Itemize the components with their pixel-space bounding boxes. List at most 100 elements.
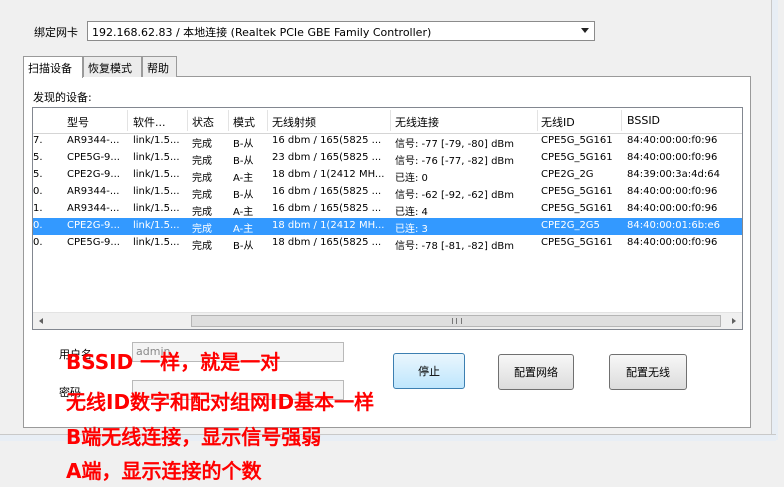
tab-recovery-mode[interactable]: 恢复模式: [83, 56, 142, 77]
row-software: link/1.5...: [133, 169, 180, 180]
row-model: AR9344-...: [67, 203, 120, 214]
table-row[interactable]: 5. CPE2G-9... link/1.5... 完成 A-主 18 dbm / 1(2…: [33, 167, 742, 184]
row-bssid: 84:40:00:01:6b:e6: [627, 220, 720, 231]
row-wireless-connection: 信号: -76 [-77, -82] dBm: [395, 156, 515, 167]
row-wireless-id: CPE2G_2G5: [541, 220, 600, 231]
tab-help[interactable]: 帮助: [142, 56, 177, 77]
row-radio: 18 dbm / 1(2412 MH...: [272, 220, 385, 231]
scrollbar-thumb[interactable]: [191, 315, 721, 327]
table-row[interactable]: 0. CPE2G-9... link/1.5... 完成 A-主 18 dbm / 1(2…: [33, 218, 742, 235]
row-wireless-connection: 信号: -77 [-79, -80] dBm: [395, 139, 515, 150]
annotation-bssid: BSSID 一样，就是一对: [66, 350, 281, 374]
row-bssid: 84:40:00:00:f0:96: [627, 135, 718, 146]
table-row[interactable]: 0. AR9344-... link/1.5... 完成 B-从 16 dbm / 165…: [33, 184, 742, 201]
col-header-software[interactable]: 软件...: [133, 114, 185, 130]
bind-card-select[interactable]: 192.168.62.83 / 本地连接 (Realtek PCIe GBE F…: [87, 21, 595, 41]
row-radio: 16 dbm / 165(5825 ...: [272, 135, 382, 146]
scrollbar-grip-icon: [452, 318, 462, 324]
row-radio: 16 dbm / 165(5825 ...: [272, 203, 382, 214]
row-index: 7.: [33, 135, 43, 146]
row-software: link/1.5...: [133, 220, 180, 231]
bind-card-label: 绑定网卡: [34, 26, 78, 39]
row-bssid: 84:40:00:00:f0:96: [627, 186, 718, 197]
config-wireless-button[interactable]: 配置无线: [609, 354, 687, 390]
row-model: CPE2G-9...: [67, 220, 120, 231]
row-status: 完成: [192, 224, 212, 235]
col-separator[interactable]: [267, 110, 268, 131]
stop-button[interactable]: 停止: [393, 353, 465, 389]
row-mode: B-从: [233, 156, 254, 167]
tab-scan-devices[interactable]: 扫描设备: [23, 56, 83, 78]
chevron-down-icon[interactable]: [581, 28, 589, 33]
row-wireless-id: CPE5G_5G161: [541, 203, 613, 214]
config-network-button[interactable]: 配置网络: [498, 354, 574, 390]
row-wireless-connection: 已连: 3: [395, 224, 428, 235]
row-software: link/1.5...: [133, 152, 180, 163]
col-separator[interactable]: [127, 110, 128, 131]
row-bssid: 84:39:00:3a:4d:64: [627, 169, 720, 180]
row-status: 完成: [192, 207, 212, 218]
row-status: 完成: [192, 173, 212, 184]
bind-card-selected-value: 192.168.62.83 / 本地连接 (Realtek PCIe GBE F…: [92, 26, 432, 39]
table-row[interactable]: 7. AR9344-... link/1.5... 完成 B-从 16 dbm / 165…: [33, 133, 742, 150]
col-header-wireless-connection[interactable]: 无线连接: [395, 114, 535, 130]
found-devices-label: 发现的设备:: [33, 91, 92, 104]
row-software: link/1.5...: [133, 203, 180, 214]
row-mode: A-主: [233, 207, 254, 218]
row-model: CPE5G-9...: [67, 152, 120, 163]
row-wireless-id: CPE5G_5G161: [541, 135, 613, 146]
row-radio: 18 dbm / 1(2412 MH...: [272, 169, 385, 180]
row-status: 完成: [192, 190, 212, 201]
row-bssid: 84:40:00:00:f0:96: [627, 237, 718, 248]
row-index: 0.: [33, 186, 43, 197]
row-mode: B-从: [233, 139, 254, 150]
horizontal-scrollbar[interactable]: [33, 312, 742, 329]
col-header-radio[interactable]: 无线射频: [272, 114, 390, 130]
row-mode: A-主: [233, 173, 254, 184]
device-list[interactable]: 型号 软件... 状态 模式 无线射频 无线连接 无线ID BSSID 7. AR…: [32, 107, 743, 330]
col-separator[interactable]: [187, 110, 188, 131]
row-status: 完成: [192, 241, 212, 252]
row-wireless-connection: 已连: 0: [395, 173, 428, 184]
col-header-model[interactable]: 型号: [67, 114, 123, 130]
row-mode: B-从: [233, 190, 254, 201]
row-software: link/1.5...: [133, 135, 180, 146]
row-model: AR9344-...: [67, 186, 120, 197]
scroll-left-icon[interactable]: [33, 313, 50, 329]
row-wireless-id: CPE5G_5G161: [541, 186, 613, 197]
col-separator[interactable]: [537, 110, 538, 131]
col-separator[interactable]: [621, 110, 622, 131]
table-row[interactable]: 5. CPE5G-9... link/1.5... 完成 B-从 23 dbm / 165…: [33, 150, 742, 167]
row-model: CPE2G-9...: [67, 169, 120, 180]
row-bssid: 84:40:00:00:f0:96: [627, 152, 718, 163]
col-header-wireless-id[interactable]: 无线ID: [541, 114, 621, 130]
col-separator[interactable]: [228, 110, 229, 131]
app-window: 绑定网卡 192.168.62.83 / 本地连接 (Realtek PCIe …: [0, 0, 784, 487]
row-index: 0.: [33, 237, 43, 248]
scroll-right-icon[interactable]: [725, 313, 742, 329]
col-separator[interactable]: [390, 110, 391, 131]
col-header-status[interactable]: 状态: [192, 114, 228, 130]
row-index: 1.: [33, 203, 43, 214]
row-software: link/1.5...: [133, 237, 180, 248]
row-model: CPE5G-9...: [67, 237, 120, 248]
row-status: 完成: [192, 139, 212, 150]
col-header-bssid[interactable]: BSSID: [627, 114, 737, 127]
row-index: 5.: [33, 169, 43, 180]
window-frame-right: [771, 0, 778, 440]
table-row[interactable]: 0. CPE5G-9... link/1.5... 完成 B-从 18 dbm / 165…: [33, 235, 742, 252]
row-index: 5.: [33, 152, 43, 163]
row-wireless-id: CPE2G_2G: [541, 169, 594, 180]
row-index: 0.: [33, 220, 43, 231]
row-wireless-id: CPE5G_5G161: [541, 152, 613, 163]
device-list-header: 型号 软件... 状态 模式 无线射频 无线连接 无线ID BSSID: [33, 108, 742, 134]
row-wireless-id: CPE5G_5G161: [541, 237, 613, 248]
table-row[interactable]: 1. AR9344-... link/1.5... 完成 A-主 16 dbm / 165…: [33, 201, 742, 218]
row-wireless-connection: 已连: 4: [395, 207, 428, 218]
row-mode: B-从: [233, 241, 254, 252]
annotation-a-side: A端，显示连接的个数: [66, 459, 262, 483]
col-header-mode[interactable]: 模式: [233, 114, 267, 130]
row-radio: 23 dbm / 165(5825 ...: [272, 152, 382, 163]
row-model: AR9344-...: [67, 135, 120, 146]
row-radio: 16 dbm / 165(5825 ...: [272, 186, 382, 197]
